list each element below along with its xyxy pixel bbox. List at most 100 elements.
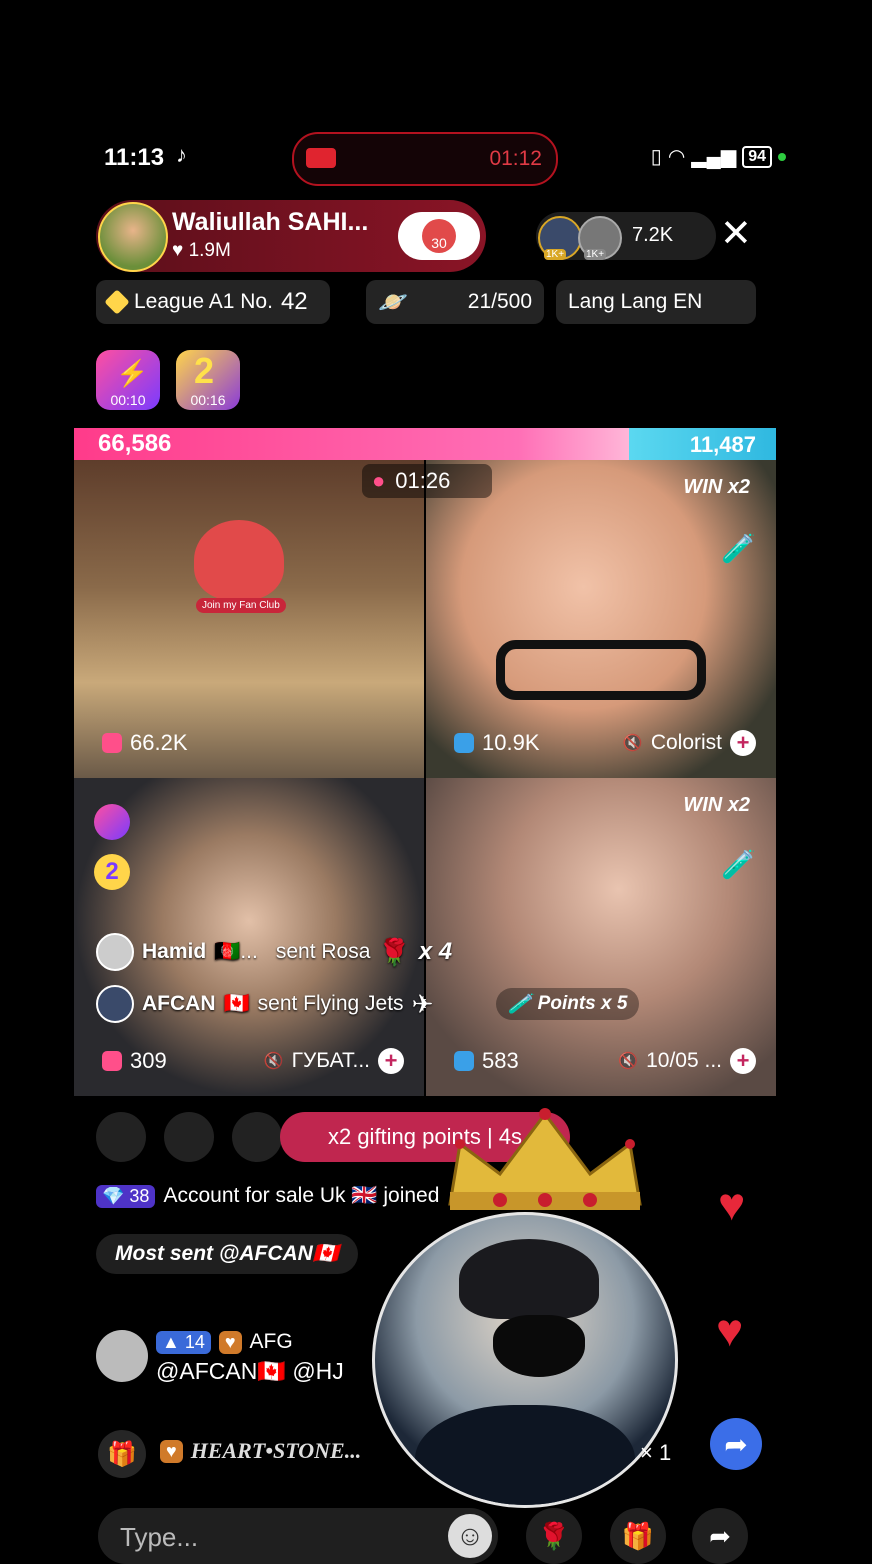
signal-icon: ▂▄▆ bbox=[691, 146, 737, 168]
gifter-avatar[interactable] bbox=[164, 1112, 214, 1162]
close-icon[interactable]: ✕ bbox=[720, 214, 752, 254]
stream-cell-4[interactable]: WIN x2 🧪 583 🔇 10/05 ... + bbox=[426, 778, 776, 1096]
stream-cell-2[interactable]: WIN x2 🧪 10.9K 🔇 Colorist + bbox=[426, 460, 776, 778]
potion-icon: 🧪 bbox=[721, 849, 756, 880]
host-info[interactable]: Waliullah SAHI... ♥ 1.9M 30 bbox=[96, 200, 486, 272]
follow-plus-icon[interactable]: + bbox=[730, 1048, 756, 1074]
gift-bar-item[interactable]: ♥ HEART•STONE... bbox=[160, 1438, 361, 1464]
system-icons: ▯ ◠ ▂▄▆ 94 bbox=[651, 144, 786, 169]
viewer-badge: 1K+ bbox=[584, 249, 607, 260]
guest-name: Colorist bbox=[650, 731, 722, 754]
user-avatar[interactable] bbox=[96, 1330, 148, 1382]
gift-count-value: 309 bbox=[130, 1048, 167, 1073]
user-level-badge: 💎 38 bbox=[96, 1184, 156, 1208]
user-avatar[interactable] bbox=[96, 985, 134, 1023]
fan-heart-icon: 30 bbox=[422, 219, 456, 253]
gift-icon bbox=[102, 733, 122, 753]
screen-recording-indicator[interactable]: 01:12 bbox=[292, 132, 558, 186]
rose-gift-icon[interactable]: 🌹 bbox=[526, 1508, 582, 1564]
most-sent-banner: Most sent @AFCAN🇨🇦 bbox=[96, 1234, 358, 1274]
language-chip[interactable]: Lang Lang EN bbox=[556, 280, 756, 324]
comment-input[interactable]: Type... ☺ bbox=[98, 1508, 498, 1564]
heart-icon: ♥ bbox=[172, 240, 184, 261]
face-mask-shape bbox=[493, 1315, 585, 1377]
gift-icon bbox=[454, 733, 474, 753]
heart-stone-icon: ♥ bbox=[160, 1439, 183, 1463]
language-label: Lang Lang EN bbox=[568, 290, 703, 313]
goal-chip[interactable]: 🪐 21/500 bbox=[366, 280, 544, 324]
vibrate-icon: ▯ bbox=[650, 146, 662, 168]
gifter-avatar[interactable] bbox=[232, 1112, 282, 1162]
x2-icon: 2 bbox=[94, 854, 130, 890]
guest-name-tag[interactable]: 🔇 10/05 ... + bbox=[618, 1048, 756, 1074]
jets-icon: ✈ bbox=[411, 988, 434, 1019]
gift-box-icon[interactable]: 🎁 bbox=[98, 1430, 146, 1478]
join-comment: 💎 38 Account for sale Uk 🇬🇧 joined bbox=[96, 1184, 439, 1208]
chat-username: AFG bbox=[249, 1330, 293, 1353]
league-chip[interactable]: League A1 No. 42 bbox=[96, 280, 330, 324]
viewer-avatar[interactable]: 1K+ bbox=[538, 216, 582, 260]
match-timer-value: 01:26 bbox=[395, 468, 451, 493]
user-level: 14 bbox=[184, 1331, 205, 1352]
user-level-badge: ▲ 14 bbox=[156, 1330, 211, 1354]
gift-icon bbox=[102, 1051, 122, 1071]
comment-placeholder: Type... bbox=[120, 1522, 199, 1552]
gift-count-value: 583 bbox=[482, 1048, 519, 1073]
fan-club-sticker[interactable] bbox=[194, 520, 284, 600]
gift-count: 583 bbox=[454, 1048, 519, 1074]
follow-plus-icon[interactable]: + bbox=[378, 1048, 404, 1074]
guest-name: 10/05 ... bbox=[646, 1049, 722, 1072]
gift-sender-flag: 🇨🇦 bbox=[223, 992, 250, 1015]
clock: 11:13 bbox=[104, 144, 165, 171]
like-heart-icon: ♥ bbox=[716, 1304, 744, 1356]
timer-label: 00:10 bbox=[110, 392, 146, 408]
gift-icon[interactable]: 🎁 bbox=[610, 1508, 666, 1564]
share-icon[interactable]: ➦ bbox=[692, 1508, 748, 1564]
goal-progress: 21/500 bbox=[467, 290, 532, 313]
points-badge: 🧪 Points x 5 bbox=[496, 988, 640, 1020]
follow-plus-icon[interactable]: + bbox=[730, 730, 756, 756]
fan-club-button[interactable]: 30 bbox=[398, 212, 480, 260]
jacket-shape bbox=[415, 1405, 635, 1505]
league-number: 42 bbox=[280, 288, 308, 315]
recording-time: 01:12 bbox=[489, 147, 542, 170]
stream-cell-host[interactable]: Join my Fan Club 66.2K bbox=[74, 460, 424, 778]
guest-name-tag[interactable]: 🔇 ГУБАТ... + bbox=[264, 1048, 404, 1074]
host-avatar[interactable] bbox=[98, 202, 168, 272]
chat-comment: ▲ 14 ♥ AFG @AFCAN🇨🇦 @HJ bbox=[96, 1330, 344, 1385]
rose-icon: 🌹 bbox=[378, 936, 411, 967]
x2-icon: 2 bbox=[194, 350, 215, 391]
fan-club-label: Join my Fan Club bbox=[196, 598, 286, 613]
mute-icon: 🔇 bbox=[622, 735, 643, 752]
potion-icon bbox=[94, 804, 130, 840]
top-viewers[interactable]: 1K+ 1K+ 7.2K bbox=[536, 212, 716, 260]
guest-name-tag[interactable]: 🔇 Colorist + bbox=[623, 730, 756, 756]
emoji-icon[interactable]: ☺ bbox=[448, 1514, 492, 1558]
gift-sender-portrait bbox=[372, 1212, 678, 1508]
most-sent-text: Most sent @AFCAN🇨🇦 bbox=[115, 1242, 339, 1265]
gift-sender-flag: 🇦🇫... bbox=[214, 940, 258, 963]
gift-message: AFCAN 🇨🇦 sent Flying Jets ✈ bbox=[96, 984, 433, 1024]
gift-count: 10.9K bbox=[454, 730, 540, 756]
gift-bar-count: × 1 bbox=[640, 1440, 672, 1465]
viewer-avatar[interactable]: 1K+ bbox=[578, 216, 622, 260]
gift-sender: AFCAN bbox=[142, 992, 216, 1015]
multiplier-timer-icon[interactable]: 2 00:16 bbox=[176, 350, 240, 410]
gift-count: 309 bbox=[102, 1048, 167, 1074]
host-name: Waliullah SAHI... bbox=[172, 208, 369, 236]
potion-icon: 🧪 bbox=[508, 994, 532, 1015]
match-timer: ● 01:26 bbox=[362, 464, 492, 498]
gift-count-value: 66.2K bbox=[130, 730, 188, 755]
viewer-badge: 1K+ bbox=[544, 249, 567, 260]
gift-count-value: 10.9K bbox=[482, 730, 540, 755]
left-team-score: 66,586 bbox=[98, 430, 172, 457]
gift-bar-name: HEART•STONE... bbox=[190, 1438, 362, 1463]
battery-icon: 94 bbox=[742, 145, 772, 168]
user-avatar[interactable] bbox=[96, 933, 134, 971]
share-arrow-icon[interactable]: ➦ bbox=[710, 1418, 762, 1470]
boost-timer-icon[interactable]: ⚡ 00:10 bbox=[96, 350, 160, 410]
gifter-avatar[interactable] bbox=[96, 1112, 146, 1162]
record-icon bbox=[306, 148, 336, 168]
gift-icon bbox=[454, 1051, 474, 1071]
mute-icon: 🔇 bbox=[618, 1053, 639, 1070]
